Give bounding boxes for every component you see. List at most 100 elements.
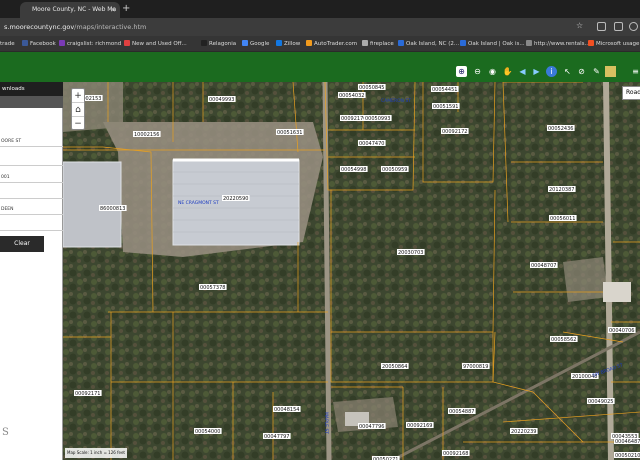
new-tab-icon[interactable]: + xyxy=(122,2,130,16)
browser-tab[interactable]: Moore County, NC - Web Ma ✕ xyxy=(20,2,120,18)
parcel-id-label[interactable]: 00092170 xyxy=(341,116,366,122)
parcel-id-label[interactable]: 00058562 xyxy=(551,337,576,343)
bookmark-item[interactable]: New and Used Off... xyxy=(124,39,187,49)
parcel-id-label[interactable]: 00047470 xyxy=(359,141,384,147)
parcel-id-label[interactable]: 20120387 xyxy=(549,187,574,193)
building xyxy=(603,282,631,302)
parcel-id-label[interactable]: 20030703 xyxy=(398,250,423,256)
google-icon xyxy=(242,40,248,46)
draw-icon[interactable]: ✎ xyxy=(591,66,602,77)
panel-header-bar xyxy=(0,96,63,108)
parcel-id-label[interactable]: 00049993 xyxy=(209,97,234,103)
bookmark-item[interactable]: Relagonia xyxy=(201,39,236,49)
bookmark-item[interactable]: AutoTrader.com xyxy=(306,39,357,49)
parcel-id-label[interactable]: 00054998 xyxy=(341,167,366,173)
bookmark-item[interactable]: craigslist: richmond xyxy=(59,39,121,49)
parcel-id-label[interactable]: 00046487 xyxy=(615,439,640,445)
parcel-id-label[interactable]: 00057378 xyxy=(200,285,225,291)
menu-icon[interactable]: ≡ xyxy=(630,66,640,77)
aerial-imagery: 10002153 00049993000508450005403200054451… xyxy=(63,82,640,460)
info-icon[interactable]: i xyxy=(546,66,557,77)
search-field[interactable] xyxy=(0,155,63,166)
basemap-road-button[interactable]: Road xyxy=(622,86,640,100)
parcel-id-label[interactable]: 00051591 xyxy=(433,104,458,110)
sidebar-icon[interactable] xyxy=(614,22,623,31)
street-name-label: NE CRAGMONT ST xyxy=(178,200,219,206)
clear-button[interactable]: Clear xyxy=(0,236,44,252)
parcel-id-label[interactable]: 20220239 xyxy=(511,429,536,435)
extension-icon[interactable] xyxy=(597,22,606,31)
parcel-id-label[interactable]: 00048154 xyxy=(274,407,299,413)
bookmark-item[interactable]: fireplace xyxy=(362,39,394,49)
parcel-id-label[interactable]: 20050864 xyxy=(382,364,407,370)
parcel-id-label[interactable]: 00047796 xyxy=(359,424,384,430)
bookmark-item[interactable]: http://www.rentals... xyxy=(526,39,590,49)
home-icon[interactable]: ⌂ xyxy=(72,103,84,117)
zoom-out-button[interactable]: − xyxy=(72,117,84,131)
parcel-id-label[interactable]: 00050845 xyxy=(359,85,384,91)
tab-title: Moore County, NC - Web Ma xyxy=(32,6,117,13)
url-domain: s.moorecountync.gov xyxy=(4,23,75,31)
parcel-id-label[interactable]: 00092172 xyxy=(442,129,467,135)
select-icon[interactable]: ↖ xyxy=(562,66,573,77)
parcel-id-label[interactable]: 20220590 xyxy=(223,196,248,202)
parcel-id-label[interactable]: 00092169 xyxy=(407,423,432,429)
craigslist-icon xyxy=(59,40,65,46)
layers-icon[interactable] xyxy=(605,66,616,77)
parcel-id-label[interactable]: 00092171 xyxy=(75,391,100,397)
parcel-id-label[interactable]: 00049025 xyxy=(588,399,613,405)
full-extent-icon[interactable]: ◉ xyxy=(487,66,498,77)
facebook-icon xyxy=(22,40,28,46)
parcel-id-label[interactable]: 97000819 xyxy=(463,364,488,370)
parcel-id-label[interactable]: 00056011 xyxy=(550,216,575,222)
bookmark-item[interactable]: Google xyxy=(242,39,269,49)
map-canvas[interactable]: 10002153 00049993 00050845 00054032 00054451… xyxy=(63,82,640,460)
zoom-out-tool-icon[interactable]: ⊖ xyxy=(472,66,483,77)
zoom-control: + ⌂ − xyxy=(71,88,85,130)
bookmark-item[interactable]: Microsoft usage xyxy=(588,39,639,49)
map-toolbar: ⊕ ⊖ ◉ ✋ ◀ ▶ i ↖ ⊘ ✎ ≡ xyxy=(0,52,640,82)
parcel-id-label[interactable]: 00054032 xyxy=(339,93,364,99)
search-field[interactable]: DEEN xyxy=(0,204,63,215)
parcel-id-label[interactable]: 10002156 xyxy=(134,132,159,138)
next-extent-icon[interactable]: ▶ xyxy=(531,66,542,77)
bookmark-item[interactable]: Facebook xyxy=(22,39,56,49)
map-scale: Map Scale: 1 inch = 126 feet xyxy=(65,448,127,458)
parcel-id-label[interactable]: 00040706 xyxy=(609,328,634,334)
profile-icon[interactable] xyxy=(629,22,638,31)
globe-icon xyxy=(526,40,532,46)
bookmark-icon xyxy=(124,40,130,46)
parcel-id-label[interactable]: 00054451 xyxy=(432,87,457,93)
parcel-id-label[interactable]: 00054000 xyxy=(195,429,220,435)
building xyxy=(63,161,122,248)
parcel-id-label[interactable]: 00050959 xyxy=(382,167,407,173)
zoom-in-button[interactable]: + xyxy=(72,89,84,103)
previous-extent-icon[interactable]: ◀ xyxy=(517,66,528,77)
parcel-id-label[interactable]: 00050210 xyxy=(615,453,640,459)
downloads-header[interactable]: wnloads xyxy=(0,82,63,96)
bookmark-item[interactable]: Oak Island, NC (2... xyxy=(398,39,459,49)
parcel-id-label[interactable]: 00092168 xyxy=(443,451,468,457)
parcel-id-label[interactable]: 00048707 xyxy=(531,263,556,269)
url-field[interactable]: s.moorecountync.gov/maps/interactive.htm xyxy=(0,21,600,33)
street-name-label: CAMERON ST xyxy=(381,98,411,104)
parcel-id-label[interactable]: 00050993 xyxy=(365,116,390,122)
bookmark-item[interactable]: Oak Island | Oak is... xyxy=(460,39,525,49)
pan-hand-icon[interactable]: ✋ xyxy=(502,66,513,77)
parcel-id-label[interactable]: 00052436 xyxy=(548,126,573,132)
search-field[interactable]: 001 xyxy=(0,172,63,183)
search-field[interactable] xyxy=(0,188,63,199)
close-icon[interactable]: ✕ xyxy=(110,2,116,18)
parcel-id-label[interactable]: 00047797 xyxy=(264,434,289,440)
search-field[interactable] xyxy=(0,220,63,231)
parcel-id-label[interactable]: 86000813 xyxy=(100,206,125,212)
bookmark-item[interactable]: Zillow xyxy=(276,39,300,49)
parcel-id-label[interactable]: 00054887 xyxy=(449,409,474,415)
parcel-id-label[interactable]: 00051631 xyxy=(277,130,302,136)
bookmark-item[interactable]: trade xyxy=(0,39,15,49)
measure-icon[interactable]: ⊘ xyxy=(576,66,587,77)
bookmark-star-icon[interactable]: ☆ xyxy=(576,21,583,30)
search-field[interactable]: OORE ST xyxy=(0,136,63,147)
zoom-in-tool-icon[interactable]: ⊕ xyxy=(456,66,467,77)
address-bar[interactable]: s.moorecountync.gov/maps/interactive.htm… xyxy=(0,18,640,36)
